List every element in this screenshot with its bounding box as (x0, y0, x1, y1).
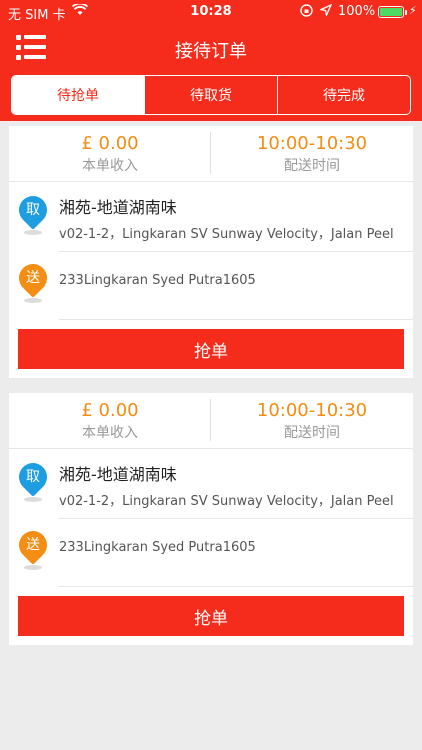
pickup-badge-label: 取 (26, 202, 40, 218)
dropoff-address: 233Lingkaran Syed Putra1605 (59, 540, 256, 555)
pickup-pin-icon: 取 (13, 190, 53, 238)
order-tabs: 待抢单 待取货 待完成 (11, 75, 411, 115)
order-card: £ 0.00 本单收入 10:00-10:30 配送时间 取 湘苑-地道湖南味 … (9, 126, 413, 378)
navigation-bar: 接待订单 (0, 24, 422, 72)
shop-address: v02-1-2，Lingkaran SV Sunway Velocity，Jal… (59, 227, 394, 242)
grab-order-button[interactable]: 抢单 (18, 329, 404, 369)
order-card: £ 0.00 本单收入 10:00-10:30 配送时间 取 湘苑-地道湖南味 … (9, 393, 413, 645)
dropoff-badge-label: 送 (26, 270, 40, 286)
battery-tip (405, 10, 407, 15)
order-summary: £ 0.00 本单收入 10:00-10:30 配送时间 (9, 126, 413, 182)
pickup-pin-icon: 取 (13, 457, 53, 505)
divider (59, 586, 413, 587)
divider (59, 518, 413, 519)
dropoff-address: 233Lingkaran Syed Putra1605 (59, 273, 256, 288)
shop-address: v02-1-2，Lingkaran SV Sunway Velocity，Jal… (59, 494, 394, 509)
grab-order-button[interactable]: 抢单 (18, 596, 404, 636)
delivery-time: 10:00-10:30 (256, 400, 368, 421)
tab-pending-pickup[interactable]: 待取货 (145, 76, 278, 114)
location-arrow-icon (318, 3, 333, 20)
tab-pending-complete[interactable]: 待完成 (278, 76, 410, 114)
order-income: £ 0.00 (81, 400, 139, 421)
shop-name: 湘苑-地道湖南味 (59, 465, 177, 484)
dropoff-badge-label: 送 (26, 537, 40, 553)
dropoff-pin-icon: 送 (13, 258, 53, 306)
delivery-time-label: 配送时间 (284, 158, 340, 174)
order-summary: £ 0.00 本单收入 10:00-10:30 配送时间 (9, 393, 413, 449)
pickup-badge-label: 取 (26, 469, 40, 485)
shop-name: 湘苑-地道湖南味 (59, 198, 177, 217)
charging-icon: ⚡ (409, 4, 417, 17)
page-title: 接待订单 (175, 41, 247, 62)
order-income-label: 本单收入 (82, 158, 138, 174)
tab-pending-grab[interactable]: 待抢单 (12, 76, 145, 114)
order-income-label: 本单收入 (82, 425, 138, 441)
order-income: £ 0.00 (81, 133, 139, 154)
divider (59, 251, 413, 252)
delivery-time: 10:00-10:30 (256, 133, 368, 154)
battery-percent: 100% (338, 4, 376, 19)
divider (59, 319, 413, 320)
delivery-time-label: 配送时间 (284, 425, 340, 441)
rotation-lock-icon (300, 4, 313, 21)
dropoff-pin-icon: 送 (13, 525, 53, 573)
status-bar: 无 SIM 卡 10:28 100% ⚡ (0, 0, 422, 24)
battery-icon (378, 6, 404, 18)
